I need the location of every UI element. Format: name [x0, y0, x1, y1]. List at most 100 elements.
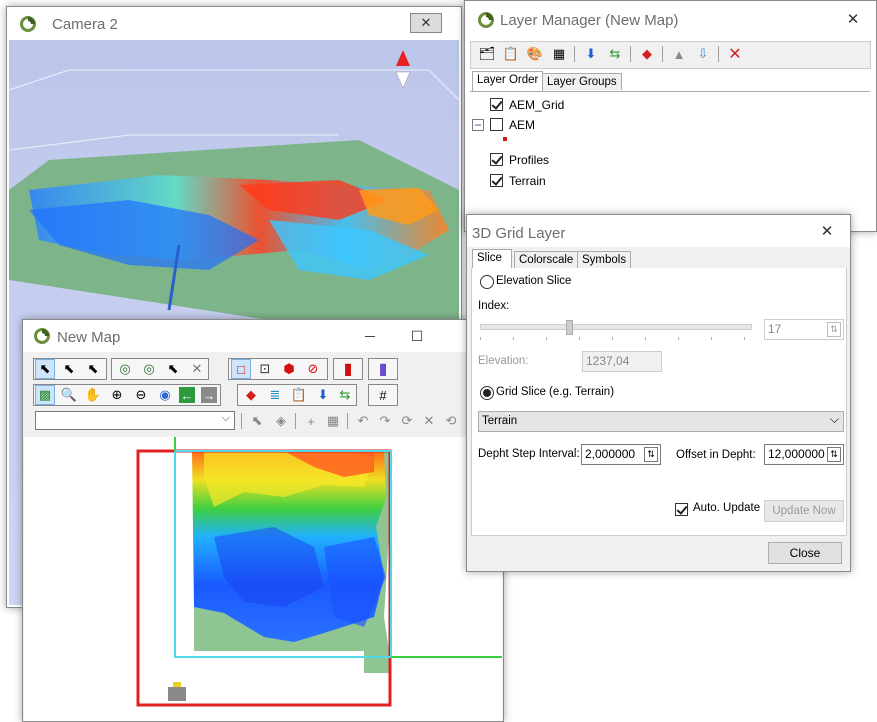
layer-dropdown[interactable]: ⌵	[35, 411, 235, 430]
tab-slice[interactable]: Slice	[472, 249, 512, 269]
update-now-button[interactable]: Update Now	[764, 500, 844, 522]
remove-layer-icon[interactable]: ✕	[725, 44, 745, 64]
layer-style-icon[interactable]: 🎨	[525, 44, 545, 64]
grid-layer-close-button[interactable]: ✕	[817, 221, 837, 243]
add-point-icon[interactable]: +	[301, 411, 321, 431]
layer-item-profiles[interactable]: Profiles	[490, 152, 690, 168]
select-pointer-icon[interactable]: ⬉	[35, 359, 55, 379]
globe-select-icon[interactable]: ◎	[115, 359, 135, 379]
back-arrow-icon[interactable]: ←	[179, 387, 195, 403]
layer-checkbox[interactable]	[490, 118, 503, 131]
app-logo-icon	[34, 328, 50, 344]
redo-icon[interactable]: ↷	[375, 411, 395, 431]
layer-properties-icon[interactable]: 📋	[289, 385, 309, 405]
layer-item-terrain[interactable]: Terrain	[490, 173, 690, 189]
grid-slice-radio[interactable]: Grid Slice (e.g. Terrain)	[480, 386, 680, 402]
move-down-icon[interactable]: ⬇	[581, 44, 601, 64]
marker-multi-icon[interactable]: ▮	[373, 359, 393, 379]
layer-manager-close-button[interactable]: ✕	[843, 9, 863, 31]
refresh-icon[interactable]: ⇆	[605, 44, 625, 64]
reset-icon[interactable]: ⟲	[441, 411, 461, 431]
forward-arrow-icon[interactable]: →	[201, 387, 217, 403]
grid-icon[interactable]: #	[373, 385, 393, 405]
spin-icon[interactable]: ⇅	[827, 322, 841, 337]
rectangle-select-icon[interactable]: □	[231, 359, 251, 379]
pan-hand-icon[interactable]: ✋	[83, 385, 103, 405]
tab-layer-groups[interactable]: Layer Groups	[542, 73, 622, 90]
auto-update-checkbox[interactable]: Auto. Update	[675, 502, 765, 518]
marker-red-icon[interactable]: ▮	[338, 359, 358, 379]
clear-selection-icon[interactable]: ✕	[187, 359, 207, 379]
full-extent-icon[interactable]: ▩	[35, 385, 55, 405]
depth-step-field[interactable]: 2,000000 ⇅	[581, 444, 661, 465]
pointer-edit-icon[interactable]: ⬉	[163, 359, 183, 379]
index-slider[interactable]	[480, 320, 752, 340]
globe-icon[interactable]: ◉	[155, 385, 175, 405]
index-label: Index:	[478, 300, 510, 312]
grid-select[interactable]: Terrain ⌵	[478, 411, 844, 432]
layer-name: Profiles	[509, 153, 550, 167]
elevation-slice-radio[interactable]: Elevation Slice	[480, 275, 620, 291]
edit-shape-icon[interactable]: ◈	[271, 411, 291, 431]
elevation-field[interactable]: 1237,04	[582, 351, 662, 372]
layer-item-aem-grid[interactable]: AEM_Grid	[490, 97, 690, 113]
polygon-select-icon[interactable]: ⬢	[279, 359, 299, 379]
new-map-window: New Map ☐ ⬉ ⬉ ⬉ ◎ ◎ ⬉ ✕ □ ⊡ ⬢ ⊘ ▮ ▮ ▩ 🔍 …	[22, 319, 504, 722]
map-canvas[interactable]	[24, 437, 502, 721]
select-lasso-icon[interactable]: ⬉	[59, 359, 79, 379]
layer-name: AEM	[509, 118, 536, 132]
move-up-icon[interactable]: ▲	[669, 44, 689, 64]
layer-properties-icon[interactable]: 📋	[501, 44, 521, 64]
tab-colorscale[interactable]: Colorscale	[514, 251, 579, 268]
layers-stack-icon[interactable]: ≣	[265, 385, 285, 405]
layer-list: AEM_Grid − AEM Profiles Terrain	[470, 93, 870, 231]
layer-checkbox[interactable]	[490, 153, 503, 166]
arrow-down-icon[interactable]: ⇩	[693, 44, 713, 64]
layer-table-icon[interactable]: ▦	[549, 44, 569, 64]
layer-item-aem[interactable]: − AEM	[472, 118, 692, 142]
spin-icon[interactable]: ⇅	[644, 447, 658, 462]
layer-color-icon[interactable]: ◆	[637, 44, 657, 64]
camera-title: Camera 2	[52, 16, 118, 33]
zoom-out-icon[interactable]: ⊖	[131, 385, 151, 405]
chevron-down-icon: ⌵	[829, 412, 839, 426]
zoom-in-icon[interactable]: ⊕	[107, 385, 127, 405]
offset-field[interactable]: 12,000000 ⇅	[764, 444, 844, 465]
slider-thumb[interactable]	[566, 320, 573, 335]
add-layer-icon[interactable]: 🗂	[477, 44, 497, 64]
zoom-rectangle-icon[interactable]: ⊡	[255, 359, 275, 379]
new-map-titlebar: New Map ☐	[23, 320, 503, 352]
globe-edit-icon[interactable]: ◎	[139, 359, 159, 379]
undo-icon[interactable]: ↶	[353, 411, 373, 431]
pointer-add-icon[interactable]: ⬉	[247, 411, 267, 431]
table-icon[interactable]: ▦	[323, 411, 343, 431]
refresh-icon[interactable]: ⇆	[335, 385, 355, 405]
layer-color-icon[interactable]: ◆	[241, 385, 261, 405]
camera-close-button[interactable]: ✕	[410, 13, 442, 33]
tab-layer-order[interactable]: Layer Order	[472, 71, 544, 91]
camera-titlebar: Camera 2 ✕	[7, 7, 461, 40]
zoom-window-icon[interactable]: 🔍	[59, 385, 79, 405]
close-button[interactable]: Close	[768, 542, 842, 564]
depth-step-label: Depht Step Interval:	[478, 448, 580, 460]
delete-icon[interactable]: ✕	[419, 411, 439, 431]
rotate-icon[interactable]: ⟳	[397, 411, 417, 431]
grid-layer-titlebar: 3D Grid Layer ✕	[467, 215, 850, 247]
grid-layer-tabs: Slice Colorscale Symbols	[471, 249, 847, 269]
spin-icon[interactable]: ⇅	[827, 447, 841, 462]
close-icon: ✕	[420, 15, 432, 30]
layer-checkbox[interactable]	[490, 98, 503, 111]
minimize-button[interactable]	[365, 336, 375, 337]
index-field[interactable]: 17 ⇅	[764, 319, 844, 340]
layer-checkbox[interactable]	[490, 174, 503, 187]
collapse-icon[interactable]: −	[472, 119, 484, 131]
offset-label: Offset in Depht:	[676, 449, 756, 461]
maximize-button[interactable]: ☐	[407, 325, 427, 347]
layer-manager-window: Layer Manager (New Map) ✕ 🗂 📋 🎨 ▦ ⬇ ⇆ ◆ …	[464, 0, 877, 232]
select-multi-icon[interactable]: ⬉	[83, 359, 103, 379]
move-down-icon[interactable]: ⬇	[313, 385, 333, 405]
map-toolbar-row-1: ⬉ ⬉ ⬉ ◎ ◎ ⬉ ✕ □ ⊡ ⬢ ⊘ ▮ ▮	[25, 357, 501, 381]
tab-symbols[interactable]: Symbols	[577, 251, 632, 268]
erase-shape-icon[interactable]: ⊘	[303, 359, 323, 379]
north-arrow-icon[interactable]	[396, 50, 410, 66]
